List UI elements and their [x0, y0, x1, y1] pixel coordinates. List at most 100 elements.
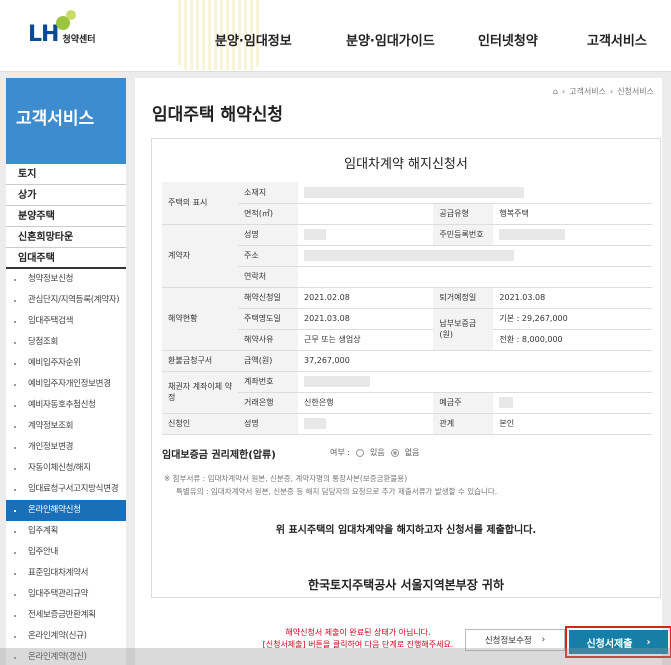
note-line-1: ※ 첨부서류 : 임대차계약서 원본, 신분증, 계약자명의 통장사본(보증금환… — [164, 474, 408, 483]
main-content: ⌂ › 고객서비스 › 신청서비스 임대주택 해약신청 임대차계약 해지신청서 … — [135, 78, 671, 665]
label-account-no: 계좌번호 — [238, 371, 298, 393]
radio-yes[interactable] — [355, 448, 364, 457]
label-contractor: 계약자 — [162, 224, 238, 288]
label-holder: 예금주 — [433, 392, 494, 414]
value-contact — [298, 266, 652, 288]
sidebar-sub-item[interactable]: 관심단지/지역등록(계약자) — [6, 290, 126, 311]
restrict-options: 여부 : 있음 없음 — [330, 447, 419, 458]
restrict-title: 임대보증금 권리제한(압류) — [162, 450, 276, 461]
value-cancel-date: 2021.02.08 — [298, 287, 434, 309]
logo-subtitle: 청약센터 — [62, 34, 96, 45]
breadcrumb-item[interactable]: 고객서비스 — [569, 86, 606, 97]
label-deposit: 납부보증금(원) — [433, 308, 494, 351]
radio-yes-label: 있음 — [369, 448, 385, 457]
sidebar-title: 고객서비스 — [6, 78, 126, 164]
value-deposit-conv: 전환 : 8,000,000 — [493, 329, 652, 351]
label-amount: 금액(원) — [238, 350, 298, 372]
sidebar: 고객서비스 토지 상가 분양주택 신혼희망타운 임대주택 청약정보신청 관심단지… — [6, 78, 126, 665]
value-applicant-name — [298, 413, 434, 435]
label-refund: 환불금청구서 — [162, 350, 238, 372]
value-account-no — [298, 371, 652, 393]
sidebar-sub-item[interactable]: 표준임대차계약서 — [6, 563, 126, 584]
label-cancel-date: 해약신청일 — [238, 287, 298, 309]
chevron-right-icon: › — [541, 635, 546, 645]
sidebar-sub-item[interactable]: 자동이체신청/해지 — [6, 458, 126, 479]
nav-sales-info[interactable]: 분양·임대정보 — [215, 30, 315, 49]
attachment-note: ※ 첨부서류 : 임대차계약서 원본, 신분증, 계약자명의 통장사본(보증금환… — [164, 472, 654, 498]
declaration: 위 표시주택의 임대차계약을 해지하고자 신청서를 제출합니다. — [275, 525, 537, 536]
sidebar-sub-item[interactable]: 입주안내 — [6, 542, 126, 563]
value-moveout-date: 2021.03.08 — [493, 287, 652, 309]
value-reason: 근무 또는 생업상 — [298, 329, 434, 351]
sidebar-sub-item[interactable]: 임대주택검색 — [6, 311, 126, 332]
page-title: 임대주택 해약신청 — [152, 105, 284, 125]
sidebar-sub-item[interactable]: 계약정보조회 — [6, 416, 126, 437]
label-moveout-date: 퇴거예정일 — [433, 287, 494, 309]
value-clear-date: 2021.03.08 — [298, 308, 434, 330]
home-icon[interactable]: ⌂ — [553, 87, 558, 96]
logo-dots-icon — [52, 10, 78, 32]
label-clear-date: 주택명도일 — [238, 308, 298, 330]
label-address: 주소 — [238, 245, 298, 267]
nav-customer-service[interactable]: 고객서비스 — [587, 30, 667, 49]
sidebar-item-rental-housing[interactable]: 임대주택 — [6, 248, 126, 269]
bottom-overlay — [0, 648, 671, 665]
label-applicant: 신청인 — [162, 413, 238, 435]
value-supply-type: 행복주택 — [493, 203, 652, 225]
value-amount: 37,267,000 — [298, 350, 652, 372]
chevron-right-icon: › — [561, 87, 566, 96]
sidebar-sub-item[interactable]: 임대주택관리규약 — [6, 584, 126, 605]
form-title: 임대차계약 해지신청서 — [344, 157, 468, 172]
restrict-label: 여부 : — [330, 448, 350, 457]
sidebar-sub-item[interactable]: 예비입주자순위 — [6, 353, 126, 374]
value-name — [298, 224, 434, 246]
value-location — [298, 182, 652, 204]
lh-logo[interactable]: LH 청약센터 — [28, 10, 96, 54]
label-bank: 거래은행 — [238, 392, 298, 414]
form-table: 주택의 표시 소재지 면적(㎡) 공급유형 행복주택 계약자 성명 주민등록번호… — [162, 182, 652, 435]
cancel-application-form: 임대차계약 해지신청서 주택의 표시 소재지 면적(㎡) 공급유형 행복주택 계… — [151, 138, 661, 598]
sidebar-sub-item[interactable]: 청약정보신청 — [6, 269, 126, 290]
label-relation: 관계 — [433, 413, 494, 435]
value-holder — [493, 392, 652, 414]
label-location: 소재지 — [238, 182, 298, 204]
label-reason: 해약사유 — [238, 329, 298, 351]
sidebar-sub-item[interactable]: 임대료청구서고지방식변경 — [6, 479, 126, 500]
sidebar-sub-item-online-cancel[interactable]: 온라인해약신청 — [6, 500, 126, 521]
recipient: 한국토지주택공사 서울지역본부장 귀하 — [307, 578, 505, 592]
warning-line-1: 해약신청서 제출이 완료된 상태가 아닙니다. — [285, 628, 431, 637]
chevron-right-icon: › — [609, 87, 614, 96]
sidebar-sub-item[interactable]: 개인정보변경 — [6, 437, 126, 458]
breadcrumb: ⌂ › 고객서비스 › 신청서비스 — [553, 86, 654, 97]
label-supply-type: 공급유형 — [433, 203, 494, 225]
label-status: 해약현황 — [162, 287, 238, 351]
sidebar-sub-item[interactable]: 온라인계약(신규) — [6, 626, 126, 647]
nav-sales-guide[interactable]: 분양·임대가이드 — [346, 30, 446, 49]
chevron-right-icon: › — [646, 636, 651, 648]
label-name: 성명 — [238, 224, 298, 246]
sidebar-sub-item[interactable]: 예비자동호추첨신청 — [6, 395, 126, 416]
sidebar-sub-item[interactable]: 입주계획 — [6, 521, 126, 542]
note-line-2: 특별유의 : 임대차계약서 원본, 신분증 등 해지 담당자의 요청으로 추가 … — [176, 487, 498, 496]
sidebar-item-land[interactable]: 토지 — [6, 164, 126, 185]
sidebar-sub-item[interactable]: 당첨조회 — [6, 332, 126, 353]
breadcrumb-item[interactable]: 신청서비스 — [617, 86, 654, 97]
sidebar-sub-item[interactable]: 전세보증금반환계획 — [6, 605, 126, 626]
value-bank: 신한은행 — [298, 392, 434, 414]
sidebar-item-commercial[interactable]: 상가 — [6, 185, 126, 206]
sidebar-item-newlywed-town[interactable]: 신혼희망타운 — [6, 227, 126, 248]
edit-button-label: 신청정보수정 — [484, 636, 532, 646]
value-deposit-base: 기본 : 29,267,000 — [493, 308, 652, 330]
sidebar-sub-item[interactable]: 예비입주자개인정보변경 — [6, 374, 126, 395]
value-rrn — [493, 224, 652, 246]
label-house: 주택의 표시 — [162, 182, 238, 225]
label-applicant-name: 성명 — [238, 413, 298, 435]
radio-no-label: 없음 — [404, 448, 420, 457]
nav-internet-application[interactable]: 인터넷청약 — [478, 30, 558, 49]
label-area: 면적(㎡) — [238, 203, 298, 225]
label-account-section: 채권자 계좌이체 약정 — [162, 371, 238, 414]
label-contact: 연락처 — [238, 266, 298, 288]
label-rrn: 주민등록번호 — [433, 224, 494, 246]
sidebar-item-sale-housing[interactable]: 분양주택 — [6, 206, 126, 227]
radio-no[interactable] — [390, 448, 399, 457]
